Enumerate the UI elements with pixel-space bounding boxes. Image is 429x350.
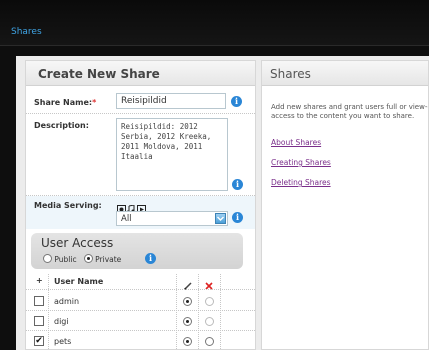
full-access-radio-digi[interactable] bbox=[183, 317, 192, 326]
top-bar: Shares bbox=[0, 0, 429, 46]
media-serving-label: Media Serving: bbox=[34, 201, 102, 210]
full-access-radio-pets[interactable] bbox=[183, 337, 192, 346]
user-checkbox-admin[interactable] bbox=[34, 296, 44, 306]
no-access-radio-digi[interactable] bbox=[205, 317, 214, 326]
user-checkbox-pets[interactable]: ✔ bbox=[34, 336, 44, 346]
divider bbox=[26, 289, 255, 290]
user-name-pets: pets bbox=[54, 337, 72, 346]
user-name-column-header: User Name bbox=[54, 277, 104, 286]
create-share-title: Create New Share bbox=[26, 61, 255, 86]
shares-help-title: Shares bbox=[262, 61, 428, 86]
column-divider bbox=[220, 274, 221, 349]
media-serving-info-icon[interactable]: i bbox=[232, 212, 243, 223]
deleting-shares-link[interactable]: Deleting Shares bbox=[271, 178, 331, 187]
column-divider bbox=[176, 274, 177, 349]
user-access-title: User Access bbox=[41, 236, 114, 250]
public-radio[interactable] bbox=[43, 254, 52, 263]
column-divider bbox=[48, 274, 49, 349]
remove-access-x-icon bbox=[204, 276, 214, 295]
divider bbox=[26, 330, 255, 331]
column-divider bbox=[198, 274, 199, 349]
user-name-digi: digi bbox=[54, 317, 69, 326]
share-name-input[interactable]: Reisipildid bbox=[116, 93, 226, 109]
creating-shares-link[interactable]: Creating Shares bbox=[271, 158, 331, 167]
create-share-panel: Create New Share Share Name:* Reisipildi… bbox=[25, 60, 256, 350]
access-radio-group: Public Private bbox=[43, 254, 121, 264]
shares-help-panel: Shares Add new shares and grant users fu… bbox=[261, 60, 429, 350]
chevron-down-icon[interactable] bbox=[215, 213, 226, 224]
media-serving-value: All bbox=[121, 214, 132, 224]
no-access-radio-admin[interactable] bbox=[205, 297, 214, 306]
shares-help-text: Add new shares and grant users full or v… bbox=[271, 103, 429, 120]
user-checkbox-digi[interactable] bbox=[34, 316, 44, 326]
description-textarea[interactable]: Reisipildid: 2012 Serbia, 2012 Kreeka, 2… bbox=[116, 118, 228, 191]
user-name-admin: admin bbox=[54, 297, 80, 306]
media-type-icons bbox=[117, 199, 147, 214]
add-user-button[interactable]: + bbox=[36, 276, 43, 285]
private-label: Private bbox=[95, 255, 122, 264]
divider bbox=[26, 113, 255, 114]
media-serving-select[interactable]: All bbox=[116, 211, 228, 226]
description-label: Description: bbox=[34, 121, 89, 130]
content-area: Create New Share Share Name:* Reisipildi… bbox=[16, 56, 429, 350]
about-shares-link[interactable]: About Shares bbox=[271, 138, 321, 147]
app-title: Shares bbox=[11, 27, 42, 37]
no-access-radio-pets[interactable] bbox=[205, 337, 214, 346]
user-access-info-icon[interactable]: i bbox=[145, 253, 156, 264]
private-radio[interactable] bbox=[83, 254, 93, 263]
user-access-header: User Access Public Private i bbox=[31, 233, 243, 269]
share-name-info-icon[interactable]: i bbox=[231, 96, 242, 107]
share-name-label: Share Name:* bbox=[34, 98, 97, 107]
full-access-radio-admin[interactable] bbox=[183, 297, 192, 306]
full-access-pencil-icon bbox=[183, 276, 193, 295]
public-label: Public bbox=[54, 255, 77, 264]
description-info-icon[interactable]: i bbox=[232, 179, 243, 190]
divider bbox=[26, 310, 255, 311]
required-mark: * bbox=[92, 98, 97, 107]
